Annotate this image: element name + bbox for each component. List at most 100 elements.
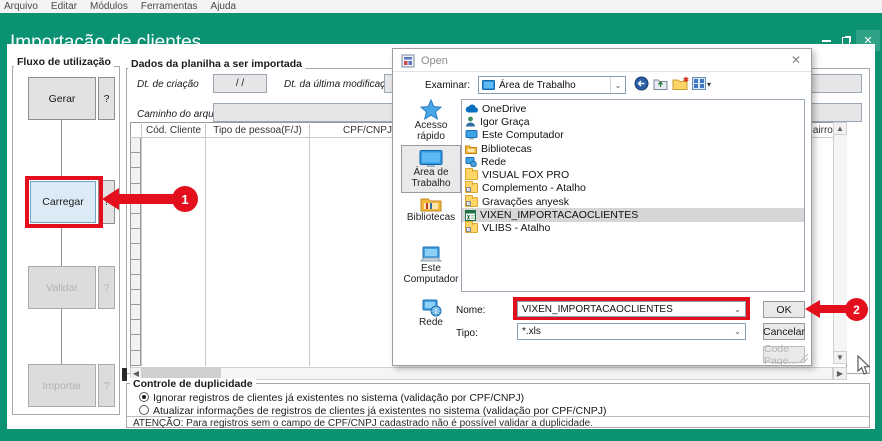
modified-date-label: Dt. da última modificação — [284, 79, 396, 90]
menu-arquivo[interactable]: Arquivo — [4, 1, 38, 12]
view-menu-dropdown-icon[interactable]: ▾ — [707, 80, 711, 89]
importar-button[interactable]: Importar — [28, 364, 96, 407]
chevron-down-icon[interactable]: ⌄ — [730, 302, 745, 316]
cloud-icon — [465, 104, 478, 113]
menu-modulos[interactable]: Módulos — [90, 1, 128, 12]
window-titlebar: Importação de clientes ✕ — [0, 13, 882, 44]
place-bibliotecas[interactable]: Bibliotecas — [403, 195, 459, 223]
grid-hscrollbar[interactable] — [220, 367, 833, 380]
ok-button[interactable]: OK — [763, 301, 805, 318]
annotation-arrow-2-head — [805, 300, 820, 318]
file-item-complemento-atalho[interactable]: ↗ Complemento - Atalho — [462, 182, 804, 195]
file-name: VLIBS - Atalho — [482, 222, 550, 234]
divider — [127, 416, 869, 417]
grid-scroll-up-button[interactable]: ▲ — [833, 122, 847, 135]
go-to-last-folder-icon[interactable] — [634, 76, 649, 91]
place-label: Acesso rápido — [403, 120, 459, 142]
file-item-onedrive[interactable]: OneDrive — [462, 102, 804, 115]
chevron-down-icon[interactable]: ⌄ — [730, 324, 745, 339]
creation-date-field[interactable]: / / — [213, 74, 267, 93]
quick-access-star-icon — [420, 99, 442, 120]
look-in-value: Área de Trabalho — [499, 80, 576, 91]
file-name: VISUAL FOX PRO — [482, 169, 569, 181]
duplicity-warning: ATENÇÃO: Para registros sem o campo de C… — [133, 418, 593, 429]
flow-connector — [61, 309, 62, 364]
look-in-combobox[interactable]: Área de Trabalho ⌄ — [478, 76, 626, 94]
grid-record-selector — [131, 138, 141, 366]
flow-connector — [61, 120, 62, 180]
file-name: VIXEN_IMPORTACAOCLIENTES — [480, 209, 638, 221]
file-name-value: VIXEN_IMPORTACAOCLIENTES — [522, 304, 673, 315]
menu-ajuda[interactable]: Ajuda — [211, 1, 237, 12]
file-item-igor-graca[interactable]: Igor Graça — [462, 115, 804, 128]
gerar-button[interactable]: Gerar — [28, 77, 96, 120]
computer-icon — [419, 246, 443, 263]
file-list[interactable]: OneDrive Igor Graça Este Computador Bibl… — [461, 99, 805, 292]
annotation-arrow-2-shaft — [819, 305, 848, 313]
radio-ignore-existing[interactable] — [139, 392, 149, 402]
grid-corner-mark — [122, 368, 127, 381]
app-window: Arquivo Editar Módulos Ferramentas Ajuda… — [0, 0, 882, 441]
file-item-rede[interactable]: Rede — [462, 155, 804, 168]
grid-scroll-down-button[interactable]: ▼ — [833, 351, 847, 364]
file-name: Bibliotecas — [481, 143, 532, 155]
radio-update-existing[interactable] — [139, 405, 149, 415]
computer-icon — [465, 130, 478, 140]
open-dialog-titlebar[interactable] — [393, 49, 811, 72]
annotation-step-1: 1 — [172, 186, 198, 212]
file-item-bibliotecas[interactable]: Bibliotecas — [462, 142, 804, 155]
file-type-value: *.xls — [522, 326, 541, 337]
resize-grip-icon[interactable] — [799, 353, 809, 363]
duplicity-title: Controle de duplicidade — [130, 378, 256, 390]
gerar-help-button[interactable]: ? — [98, 77, 115, 120]
file-name-combobox[interactable]: VIXEN_IMPORTACAOCLIENTES ⌄ — [517, 301, 746, 317]
library-icon — [465, 144, 477, 154]
file-type-combobox[interactable]: *.xls ⌄ — [517, 323, 746, 340]
file-item-vlibs-atalho[interactable]: ↗ VLIBS - Atalho — [462, 222, 804, 235]
place-acesso-rapido[interactable]: Acesso rápido — [403, 99, 459, 142]
grid-col-cod-cliente[interactable]: Cód. Cliente — [142, 123, 205, 137]
cancel-button[interactable]: Cancelar — [763, 323, 805, 340]
annotation-arrow-1-head — [102, 188, 119, 210]
open-dialog-title: Open — [421, 55, 448, 67]
menu-editar[interactable]: Editar — [51, 1, 77, 12]
file-type-label: Tipo: — [456, 328, 478, 339]
annotation-step-2: 2 — [845, 298, 868, 321]
flow-connector — [61, 224, 62, 266]
file-item-vixen-importacaoclientes[interactable]: VIXEN_IMPORTACAOCLIENTES — [462, 208, 804, 221]
chevron-down-icon[interactable]: ⌄ — [610, 77, 625, 93]
foxpro-app-icon — [401, 54, 415, 68]
file-name: Igor Graça — [480, 116, 530, 128]
menu-bar: Arquivo Editar Módulos Ferramentas Ajuda — [0, 0, 882, 13]
validar-help-button[interactable]: ? — [98, 266, 115, 309]
file-name-label: Nome: — [456, 305, 485, 316]
annotation-arrow-1-shaft — [118, 194, 175, 204]
creation-date-label: Dt. de criação — [137, 79, 199, 90]
file-item-visual-fox-pro[interactable]: VISUAL FOX PRO — [462, 168, 804, 181]
file-name: Gravações anyesk — [482, 196, 569, 208]
radio-ignore-existing-label: Ignorar registros de clientes já existen… — [153, 392, 524, 404]
open-dialog-close-icon[interactable]: ✕ — [791, 53, 801, 67]
file-name: OneDrive — [482, 103, 526, 115]
view-menu-icon[interactable] — [692, 77, 706, 90]
grid-vscrollbar[interactable] — [833, 135, 847, 351]
place-rede[interactable]: Rede — [403, 299, 459, 328]
user-icon — [465, 116, 476, 127]
file-item-gravacoes-anyesk[interactable]: ↗ Gravações anyesk — [462, 195, 804, 208]
place-este-computador[interactable]: Este Computador — [403, 246, 459, 285]
file-name: Complemento - Atalho — [482, 182, 586, 194]
file-item-este-computador[interactable]: Este Computador — [462, 129, 804, 142]
validar-button[interactable]: Validar — [28, 266, 96, 309]
up-one-level-icon[interactable] — [653, 76, 668, 91]
network-icon — [465, 157, 477, 167]
mouse-cursor — [857, 355, 872, 376]
grid-col-line — [141, 122, 142, 366]
grid-scroll-right-button[interactable]: ▶ — [833, 367, 847, 380]
grid-col-tipo-pessoa[interactable]: Tipo de pessoa(F/J) — [206, 123, 309, 137]
create-new-folder-icon[interactable]: ✱ — [672, 76, 689, 91]
place-area-de-trabalho[interactable]: Área de Trabalho — [401, 145, 461, 193]
importar-help-button[interactable]: ? — [98, 364, 115, 407]
minimize-icon — [822, 40, 831, 42]
menu-ferramentas[interactable]: Ferramentas — [141, 1, 198, 12]
folder-shortcut-icon: ↗ — [465, 183, 478, 193]
